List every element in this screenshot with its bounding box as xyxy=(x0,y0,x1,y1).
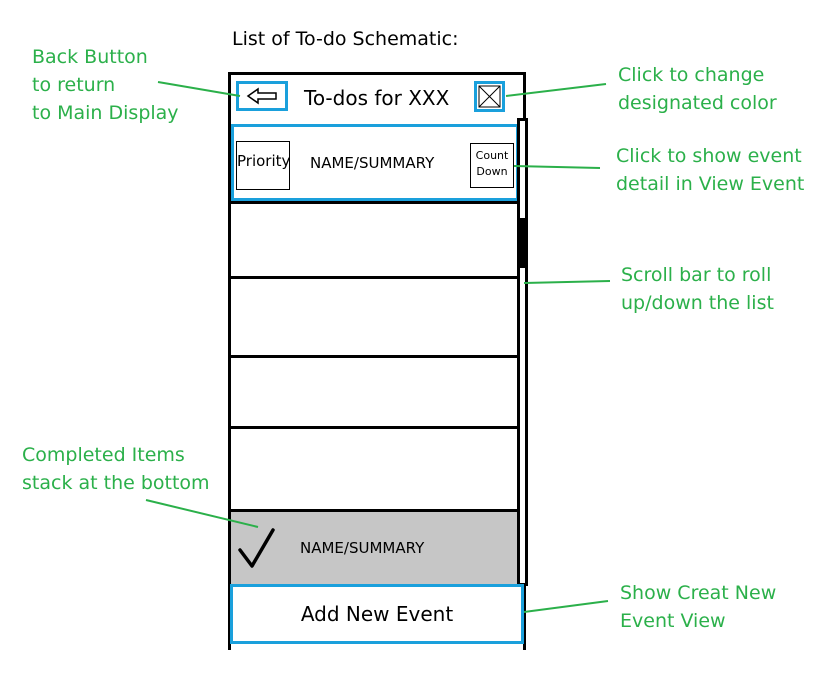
scroll-bar-connector xyxy=(523,280,611,284)
annotation-connectors xyxy=(145,81,611,613)
completed-items-connector xyxy=(145,499,259,528)
back-button-connector xyxy=(157,81,241,97)
change-color-connector xyxy=(505,83,607,97)
create-event-connector xyxy=(523,600,609,613)
show-event-connector xyxy=(513,165,601,169)
